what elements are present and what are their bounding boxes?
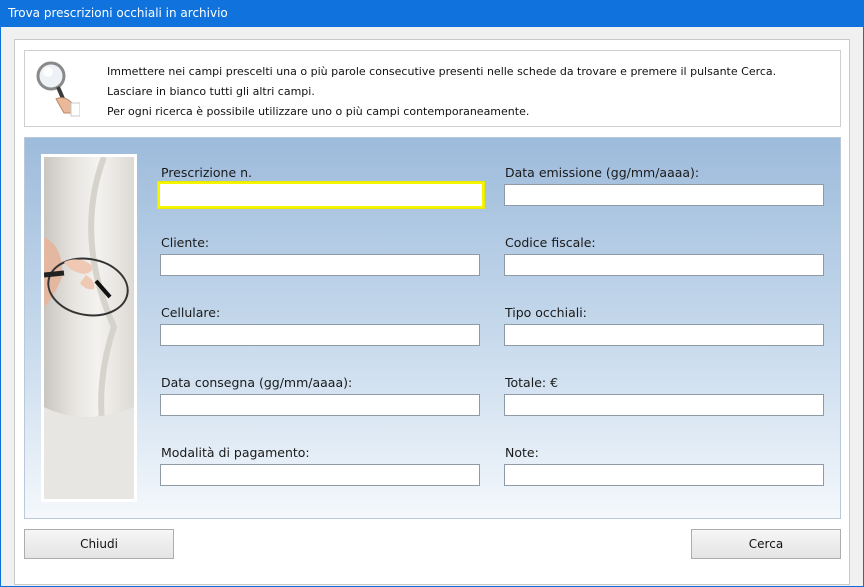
- info-line-2: Lasciare in bianco tutti gli altri campi…: [107, 85, 315, 98]
- label-note: Note:: [505, 445, 539, 460]
- input-totale[interactable]: [504, 394, 824, 416]
- dialog-window: Immettere nei campi prescelti una o più …: [1, 27, 863, 586]
- search-form-panel: Prescrizione n. Data emissione (gg/mm/aa…: [24, 137, 841, 519]
- label-modalita-pagamento: Modalità di pagamento:: [161, 445, 310, 460]
- info-box: Immettere nei campi prescelti una o più …: [24, 50, 841, 127]
- input-cliente[interactable]: [160, 254, 480, 276]
- magnifier-icon: [36, 61, 80, 117]
- info-line-3: Per ogni ricerca è possibile utilizzare …: [107, 105, 530, 118]
- label-cellulare: Cellulare:: [161, 305, 221, 320]
- input-data-emissione[interactable]: [504, 184, 824, 206]
- glasses-image: [44, 157, 134, 499]
- close-button[interactable]: Chiudi: [24, 529, 174, 559]
- input-data-consegna[interactable]: [160, 394, 480, 416]
- label-tipo-occhiali: Tipo occhiali:: [505, 305, 587, 320]
- window-titlebar: Trova prescrizioni occhiali in archivio: [0, 0, 864, 27]
- label-cliente: Cliente:: [161, 235, 210, 250]
- label-data-emissione: Data emissione (gg/mm/aaaa):: [505, 165, 700, 180]
- input-modalita-pagamento[interactable]: [160, 464, 480, 486]
- label-prescrizione: Prescrizione n.: [161, 165, 253, 180]
- optician-photo: [41, 154, 137, 502]
- info-line-1: Immettere nei campi prescelti una o più …: [107, 65, 777, 78]
- label-totale: Totale: €: [505, 375, 559, 390]
- dialog-content: Immettere nei campi prescelti una o più …: [14, 39, 850, 585]
- input-cellulare[interactable]: [160, 324, 480, 346]
- input-tipo-occhiali[interactable]: [504, 324, 824, 346]
- info-text: Immettere nei campi prescelti una o più …: [107, 62, 776, 122]
- input-prescrizione[interactable]: [158, 182, 484, 208]
- label-data-consegna: Data consegna (gg/mm/aaaa):: [161, 375, 353, 390]
- input-codice-fiscale[interactable]: [504, 254, 824, 276]
- input-note[interactable]: [504, 464, 824, 486]
- search-button[interactable]: Cerca: [691, 529, 841, 559]
- window-title: Trova prescrizioni occhiali in archivio: [8, 6, 228, 20]
- label-codice-fiscale: Codice fiscale:: [505, 235, 596, 250]
